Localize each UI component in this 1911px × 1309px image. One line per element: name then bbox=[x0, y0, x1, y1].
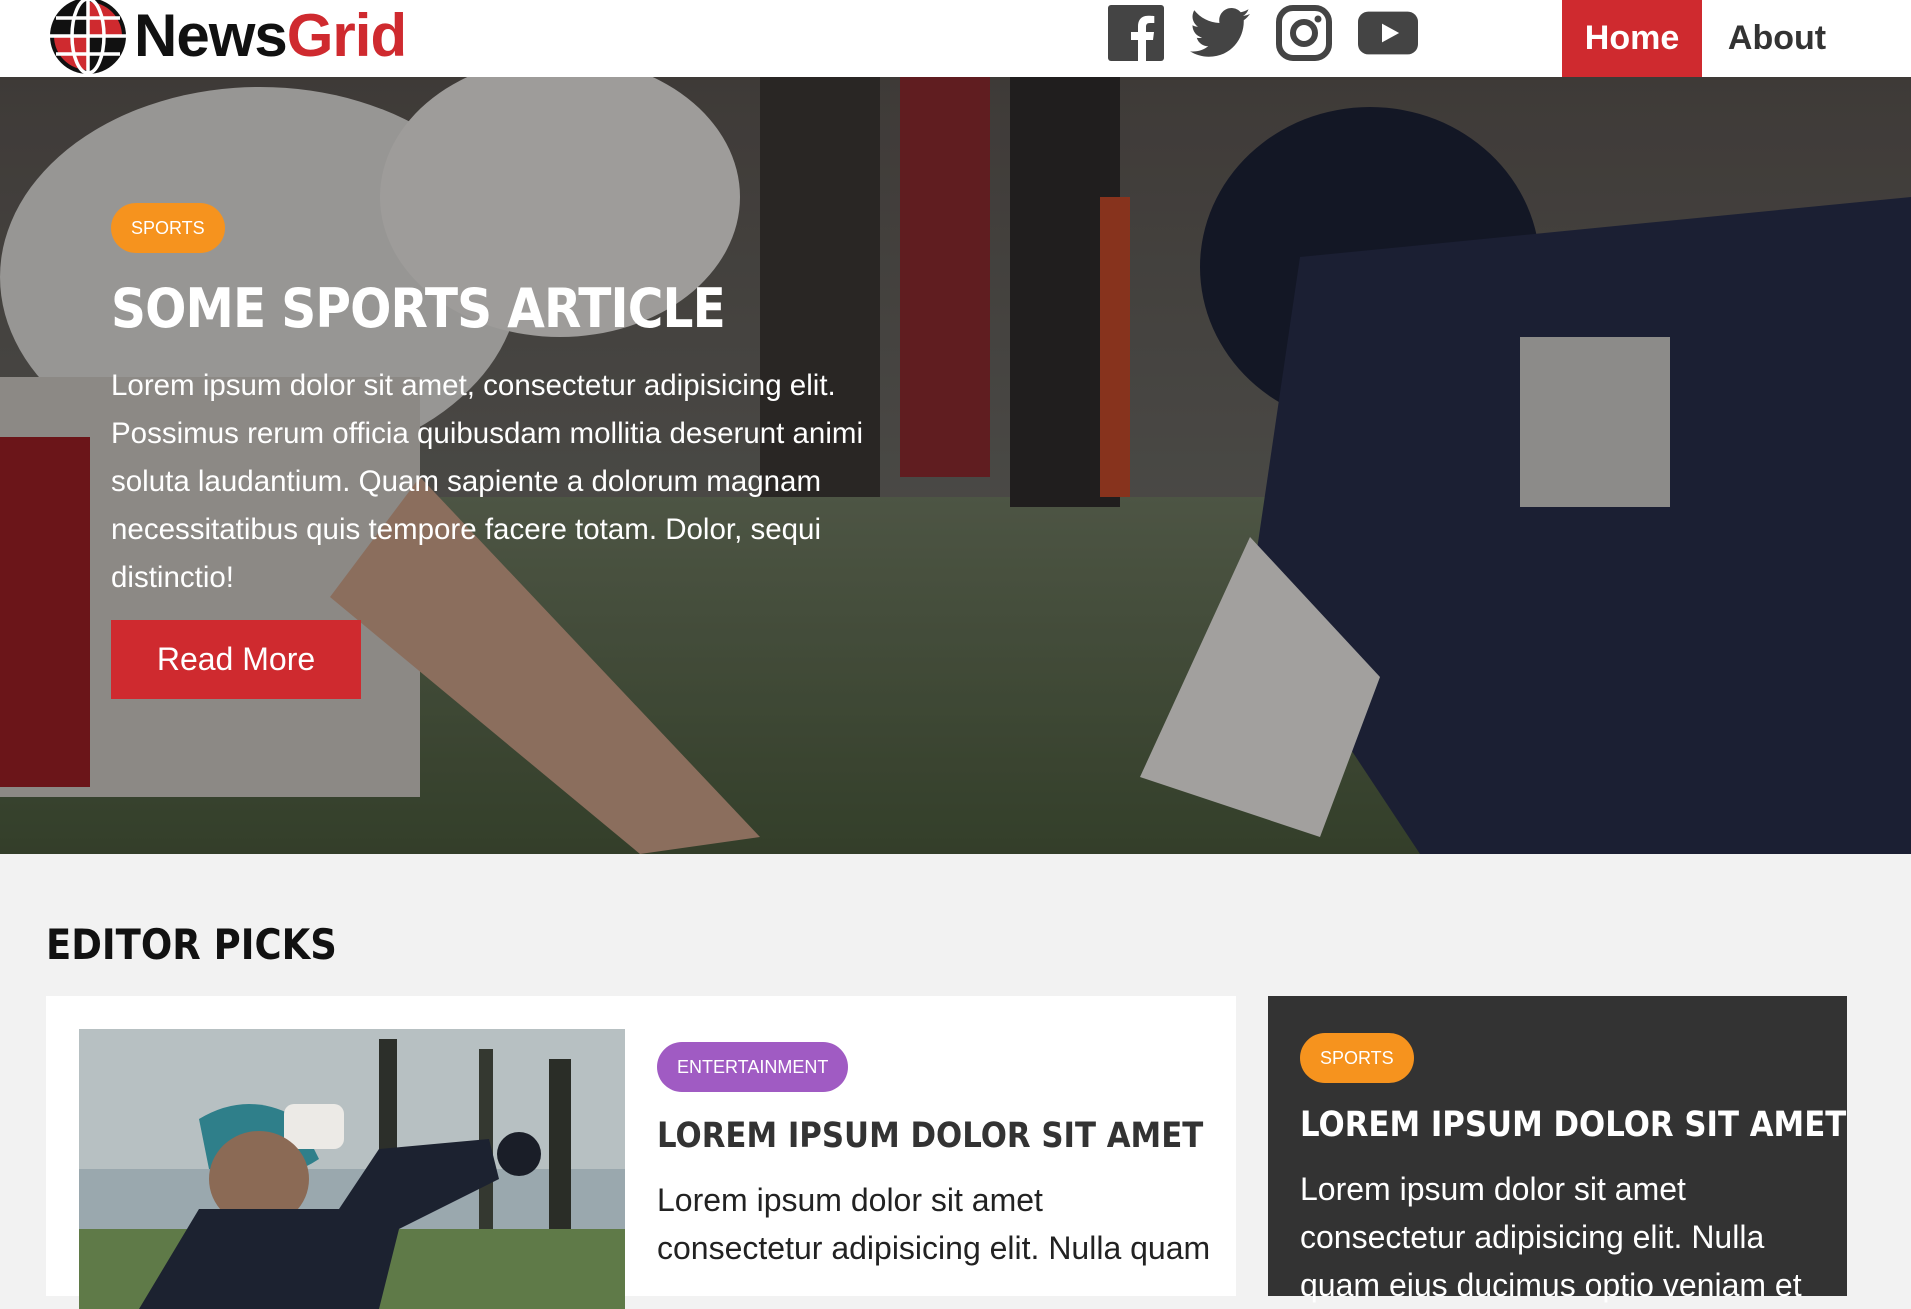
card-text: Lorem ipsum dolor sit amet consectetur a… bbox=[657, 1182, 1211, 1266]
card-title[interactable]: Lorem ipsum dolor sit amet bbox=[1300, 1105, 1846, 1145]
nav-about[interactable]: About bbox=[1702, 0, 1852, 77]
card-image-vr bbox=[79, 1029, 625, 1309]
logo-text: NewsGrid bbox=[134, 2, 407, 69]
facebook-icon[interactable] bbox=[1106, 3, 1166, 63]
category-badge-sports[interactable]: SPORTS bbox=[111, 203, 225, 253]
card-body: SPORTS Lorem ipsum dolor sit amet Lorem … bbox=[1300, 1033, 1846, 1309]
twitter-icon[interactable] bbox=[1190, 3, 1250, 63]
youtube-icon[interactable] bbox=[1358, 3, 1418, 63]
card-title[interactable]: Lorem ipsum dolor sit amet bbox=[657, 1116, 1203, 1156]
nav-home[interactable]: Home bbox=[1562, 0, 1702, 77]
card-body: ENTERTAINMENT Lorem ipsum dolor sit amet… bbox=[657, 1042, 1217, 1272]
hero-text: Lorem ipsum dolor sit amet, consectetur … bbox=[111, 369, 864, 594]
category-badge-entertainment[interactable]: ENTERTAINMENT bbox=[657, 1042, 849, 1092]
category-badge-sports[interactable]: SPORTS bbox=[1300, 1033, 1414, 1083]
main-nav: Home About bbox=[1562, 0, 1852, 77]
hero-title: Some Sports Article bbox=[111, 277, 726, 340]
editor-pick-card-side[interactable]: SPORTS Lorem ipsum dolor sit amet Lorem … bbox=[1268, 996, 1847, 1303]
hero-banner: SPORTS Some Sports Article Lorem ipsum d… bbox=[0, 77, 1911, 854]
card-text: Lorem ipsum dolor sit amet consectetur a… bbox=[1300, 1171, 1802, 1303]
editor-pick-card-main[interactable]: ENTERTAINMENT Lorem ipsum dolor sit amet… bbox=[46, 996, 1236, 1309]
navbar: NewsGrid Home About bbox=[0, 0, 1911, 77]
instagram-icon[interactable] bbox=[1274, 3, 1334, 63]
read-more-button[interactable]: Read More bbox=[111, 620, 361, 699]
social-links bbox=[1106, 3, 1442, 63]
logo[interactable]: NewsGrid bbox=[46, 0, 407, 77]
hero-content: SPORTS Some Sports Article Lorem ipsum d… bbox=[111, 203, 931, 699]
globe-icon bbox=[50, 0, 126, 75]
section-title-editor-picks: Editor Picks bbox=[46, 920, 337, 969]
